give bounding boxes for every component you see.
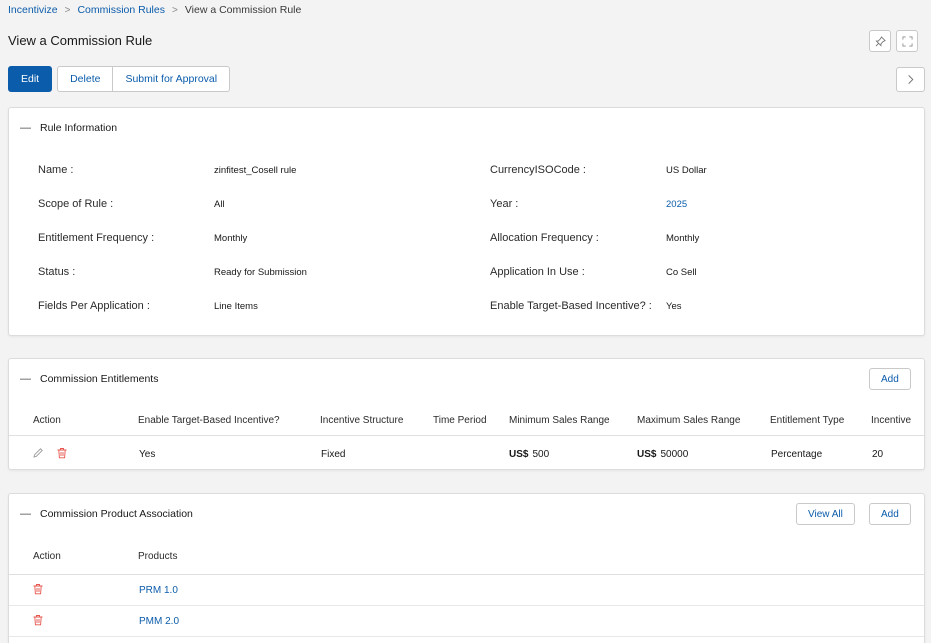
currency-code: US$ bbox=[637, 449, 657, 460]
product-association-card: — Commission Product Association View Al… bbox=[8, 493, 925, 643]
table-header: Action Products bbox=[9, 541, 924, 575]
cell-target-based: Yes bbox=[139, 449, 156, 460]
cell-entitlement-type: Percentage bbox=[771, 449, 823, 460]
commission-entitlements-card: — Commission Entitlements Add Action Ena… bbox=[8, 358, 925, 470]
column-header: Action bbox=[33, 551, 61, 562]
section-title: Commission Entitlements bbox=[40, 373, 159, 385]
field-value: zinfitest_Cosell rule bbox=[214, 165, 297, 176]
table-row: PMM 2.0 bbox=[9, 606, 924, 637]
field-value: Monthly bbox=[214, 233, 248, 244]
product-association-header[interactable]: — Commission Product Association View Al… bbox=[9, 494, 924, 534]
chevron-right-icon bbox=[908, 75, 914, 84]
breadcrumb-link-commission-rules[interactable]: Commission Rules bbox=[77, 4, 165, 16]
pencil-icon[interactable] bbox=[32, 447, 44, 459]
field-value: US Dollar bbox=[666, 165, 707, 176]
breadcrumb: Incentivize > Commission Rules > View a … bbox=[8, 4, 301, 16]
cell-structure: Fixed bbox=[321, 449, 346, 460]
expand-icon bbox=[902, 36, 912, 46]
trash-icon[interactable] bbox=[56, 447, 68, 459]
product-link[interactable]: PMM 2.0 bbox=[139, 616, 179, 627]
trash-icon[interactable] bbox=[32, 614, 44, 626]
breadcrumb-separator-icon: > bbox=[171, 4, 178, 16]
breadcrumb-current: View a Commission Rule bbox=[184, 4, 302, 16]
column-header: Incentive Structure bbox=[320, 415, 404, 426]
field-label: Allocation Frequency : bbox=[490, 232, 599, 244]
submit-for-approval-button[interactable]: Submit for Approval bbox=[113, 66, 231, 92]
field-label: Year : bbox=[490, 198, 519, 210]
rule-information-header[interactable]: — Rule Information bbox=[9, 108, 924, 148]
info-row: Entitlement Frequency : Monthly Allocati… bbox=[9, 232, 924, 252]
pin-icon bbox=[874, 35, 886, 47]
table-row: Yes Fixed US$ 500 US$ 50000 Percentage 20 bbox=[9, 439, 924, 470]
cell-incentive: 20 bbox=[872, 449, 884, 460]
column-header: Incentive bbox=[871, 415, 912, 426]
table-header: Action Enable Target-Based Incentive? In… bbox=[9, 406, 924, 436]
info-row: Scope of Rule : All Year : 2025 bbox=[9, 198, 924, 218]
page-title: View a Commission Rule bbox=[8, 33, 153, 48]
view-all-button[interactable]: View All bbox=[796, 503, 855, 525]
amount: 500 bbox=[532, 449, 550, 460]
field-label: Entitlement Frequency : bbox=[38, 232, 155, 244]
add-product-button[interactable]: Add bbox=[869, 503, 911, 525]
currency-code: US$ bbox=[509, 449, 529, 460]
field-label: Scope of Rule : bbox=[38, 198, 114, 210]
collapse-icon[interactable]: — bbox=[20, 373, 31, 385]
column-header: Time Period bbox=[433, 415, 487, 426]
collapse-icon[interactable]: — bbox=[20, 508, 31, 520]
field-label: Name : bbox=[38, 164, 74, 176]
section-title: Commission Product Association bbox=[40, 508, 193, 520]
info-row: Fields Per Application : Line Items Enab… bbox=[9, 300, 924, 320]
column-header: Enable Target-Based Incentive? bbox=[138, 415, 280, 426]
action-toolbar: Edit Delete Submit for Approval bbox=[8, 66, 231, 92]
edit-button[interactable]: Edit bbox=[8, 66, 53, 92]
breadcrumb-separator-icon: > bbox=[64, 4, 71, 16]
column-header: Minimum Sales Range bbox=[509, 415, 610, 426]
field-value: All bbox=[214, 199, 225, 210]
field-value: Ready for Submission bbox=[214, 267, 307, 278]
cell-min-sales: US$ 500 bbox=[509, 449, 549, 460]
field-label: Enable Target-Based Incentive? : bbox=[490, 300, 652, 312]
product-link[interactable]: PRM 1.0 bbox=[139, 585, 178, 596]
info-row: Name : zinfitest_Cosell rule CurrencyISO… bbox=[9, 164, 924, 184]
cell-max-sales: US$ 50000 bbox=[637, 449, 688, 460]
rule-information-card: — Rule Information Name : zinfitest_Cose… bbox=[8, 107, 925, 336]
collapse-icon[interactable]: — bbox=[20, 122, 31, 134]
expand-button[interactable] bbox=[896, 30, 918, 52]
year-link[interactable]: 2025 bbox=[666, 199, 687, 210]
column-header: Action bbox=[33, 415, 61, 426]
column-header: Products bbox=[138, 551, 178, 562]
column-header: Maximum Sales Range bbox=[637, 415, 741, 426]
field-label: Status : bbox=[38, 266, 76, 278]
table-row: PRM 1.0 bbox=[9, 575, 924, 606]
delete-button[interactable]: Delete bbox=[57, 66, 114, 92]
info-row: Status : Ready for Submission Applicatio… bbox=[9, 266, 924, 286]
add-entitlement-button[interactable]: Add bbox=[869, 368, 911, 390]
field-value: Line Items bbox=[214, 301, 258, 312]
field-label: Application In Use : bbox=[490, 266, 585, 278]
amount: 50000 bbox=[660, 449, 689, 460]
next-button[interactable] bbox=[896, 67, 925, 92]
pin-button[interactable] bbox=[869, 30, 891, 52]
column-header: Entitlement Type bbox=[770, 415, 845, 426]
field-label: Fields Per Application : bbox=[38, 300, 150, 312]
field-value: Monthly bbox=[666, 233, 700, 244]
field-label: CurrencyISOCode : bbox=[490, 164, 586, 176]
field-value: Yes bbox=[666, 301, 682, 312]
field-value: Co Sell bbox=[666, 267, 697, 278]
commission-entitlements-header[interactable]: — Commission Entitlements Add bbox=[9, 359, 924, 399]
breadcrumb-link-incentivize[interactable]: Incentivize bbox=[8, 4, 58, 16]
section-title: Rule Information bbox=[40, 122, 118, 134]
trash-icon[interactable] bbox=[32, 583, 44, 595]
